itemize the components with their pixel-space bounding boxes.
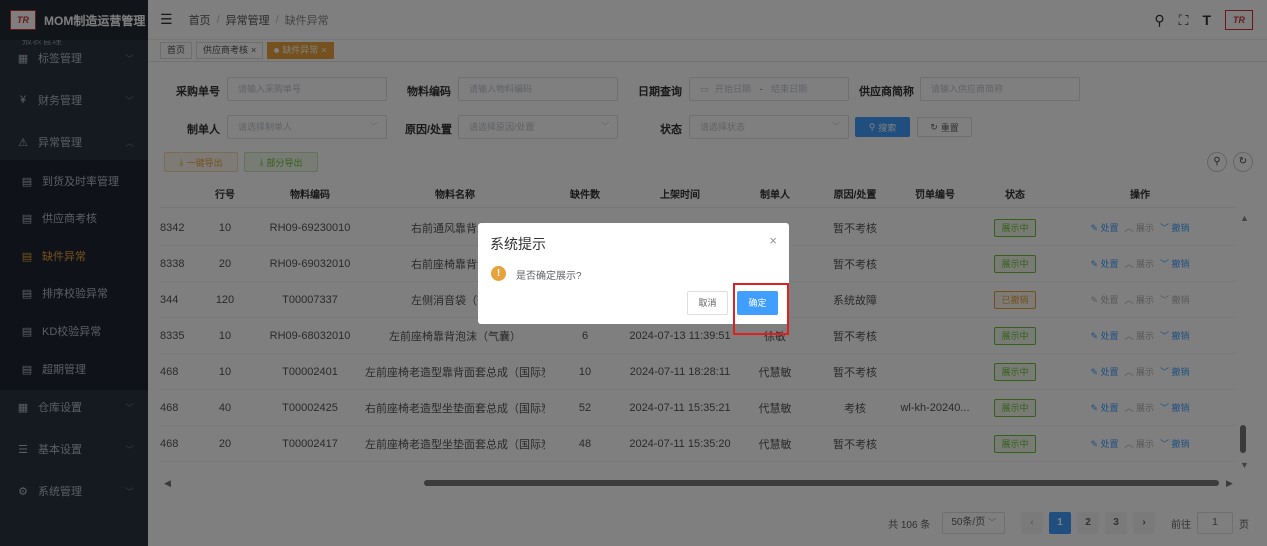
highlight-box [733, 283, 789, 335]
warning-icon: ! [491, 266, 506, 281]
dialog-title: 系统提示 [490, 236, 546, 252]
close-icon[interactable]: × [769, 233, 777, 248]
dialog-message: 是否确定展示? [516, 271, 582, 282]
cancel-button[interactable]: 取消 [687, 291, 728, 315]
